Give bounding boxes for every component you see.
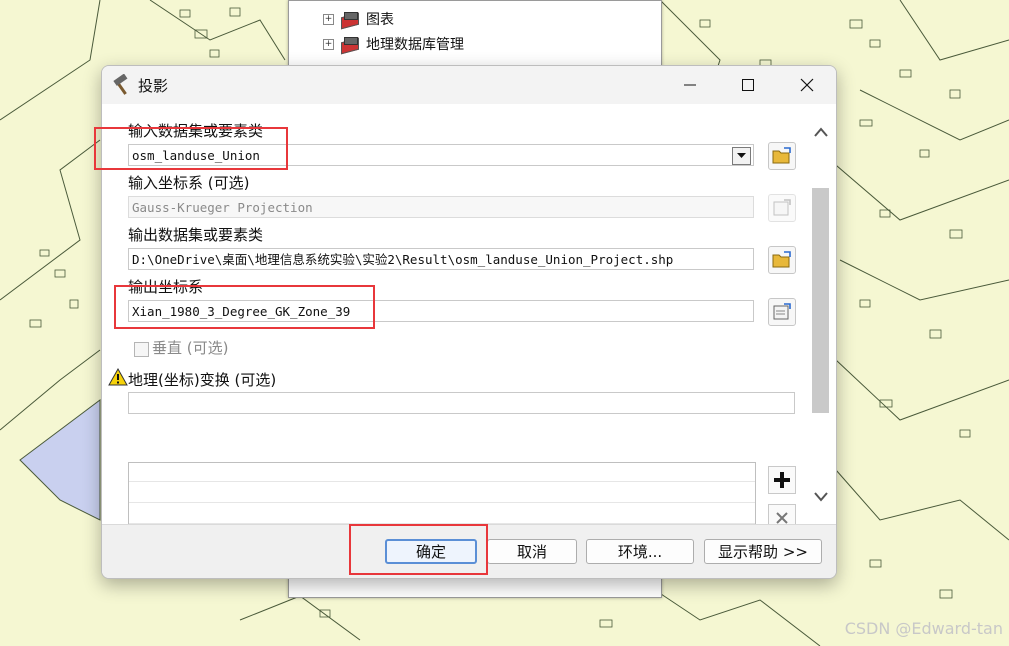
vertical-label: 垂直 (可选) xyxy=(152,339,229,357)
output-dataset-value: D:\OneDrive\桌面\地理信息系统实验\实验2\Result\osm_l… xyxy=(132,252,674,267)
output-dataset-field[interactable]: D:\OneDrive\桌面\地理信息系统实验\实验2\Result\osm_l… xyxy=(128,248,754,270)
open-folder-icon xyxy=(772,147,791,164)
maximize-button[interactable] xyxy=(719,66,777,104)
scrollbar-thumb[interactable] xyxy=(812,188,829,413)
highlight-input-dataset xyxy=(94,127,288,170)
minimize-icon xyxy=(684,84,696,86)
properties-icon xyxy=(773,199,791,216)
tree-item-label: 图表 xyxy=(366,12,394,28)
chevron-down-icon xyxy=(737,153,746,158)
close-icon xyxy=(800,78,814,92)
geo-transform-label: 地理(坐标)变换 (可选) xyxy=(128,371,277,389)
dialog-title: 投影 xyxy=(138,77,169,95)
watermark: CSDN @Edward-tan xyxy=(844,619,1003,638)
scroll-up-icon[interactable] xyxy=(813,126,829,138)
add-transform-button[interactable] xyxy=(768,466,796,494)
expand-icon[interactable]: + xyxy=(323,38,334,50)
delete-icon xyxy=(776,512,788,524)
minimize-button[interactable] xyxy=(661,66,719,104)
dropdown-arrow-button[interactable] xyxy=(732,147,751,165)
input-cs-properties-button xyxy=(768,194,796,222)
output-cs-properties-button[interactable] xyxy=(768,298,796,326)
expand-icon[interactable]: + xyxy=(323,13,334,25)
list-row-divider xyxy=(129,502,755,503)
tree-item-geodatabase-management[interactable]: + 地理数据库管理 xyxy=(323,33,464,55)
open-folder-icon xyxy=(772,251,791,268)
browse-output-button[interactable] xyxy=(768,246,796,274)
highlight-output-cs xyxy=(114,285,375,329)
scroll-down-icon[interactable] xyxy=(813,490,829,502)
highlight-ok-button xyxy=(349,524,488,575)
tree-item-label: 地理数据库管理 xyxy=(366,37,464,53)
geo-transform-combobox[interactable] xyxy=(128,392,795,414)
tree-item-charts[interactable]: + 图表 xyxy=(323,8,394,30)
output-dataset-label: 输出数据集或要素类 xyxy=(128,226,264,244)
toolbox-icon xyxy=(340,36,360,52)
properties-icon xyxy=(773,303,791,320)
input-cs-field: Gauss-Krueger Projection xyxy=(128,196,754,218)
maximize-icon xyxy=(742,79,754,91)
toolbox-icon xyxy=(340,11,360,27)
close-button[interactable] xyxy=(778,66,836,104)
hammer-icon xyxy=(113,74,128,95)
list-row-divider xyxy=(129,481,755,482)
input-cs-value: Gauss-Krueger Projection xyxy=(132,200,313,215)
environments-button[interactable]: 环境... xyxy=(586,539,694,564)
plus-icon xyxy=(774,472,790,488)
input-cs-label: 输入坐标系 (可选) xyxy=(128,174,250,192)
browse-input-button[interactable] xyxy=(768,142,796,170)
warning-icon xyxy=(108,368,128,386)
cancel-button[interactable]: 取消 xyxy=(487,539,577,564)
title-bar[interactable]: 投影 xyxy=(102,66,836,104)
vertical-checkbox[interactable] xyxy=(134,342,149,357)
show-help-button[interactable]: 显示帮助 >> xyxy=(704,539,822,564)
